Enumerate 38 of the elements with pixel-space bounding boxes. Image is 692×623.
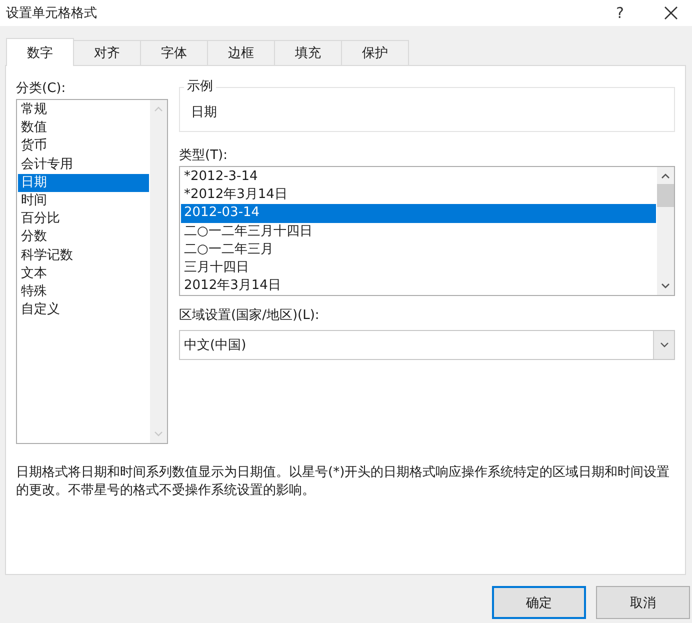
locale-label: 区域设置(国家/地区)(L): xyxy=(179,307,320,325)
description-text: 日期格式将日期和时间系列数值显示为日期值。以星号(*)开头的日期格式响应操作系统特定的区域日期和时间设置的更改。不带星号的格式不受操作系统设置的影响。 xyxy=(16,464,671,500)
type-item[interactable]: *2012年3月14日 xyxy=(181,186,656,204)
type-item[interactable]: 二○一二年三月十四日 xyxy=(181,222,656,241)
type-item[interactable]: 2012-03-14 xyxy=(181,204,656,223)
scroll-down-icon[interactable] xyxy=(661,283,670,289)
category-item[interactable]: 科学记数 xyxy=(18,246,149,265)
type-item[interactable]: 二○一二年三月 xyxy=(181,240,656,259)
window-title: 设置单元格格式 xyxy=(6,5,98,22)
category-item[interactable]: 会计专用 xyxy=(18,156,149,174)
type-item[interactable]: *2012-3-14 xyxy=(181,168,656,186)
type-item[interactable]: 三月十四日 xyxy=(181,258,656,278)
category-item[interactable]: 常规 xyxy=(18,101,149,120)
ok-button[interactable]: 确定 xyxy=(492,586,586,619)
scrollbar[interactable] xyxy=(657,167,674,295)
close-icon[interactable] xyxy=(664,6,678,20)
category-item[interactable]: 分数 xyxy=(18,228,149,246)
scroll-thumb[interactable] xyxy=(657,184,674,207)
category-item[interactable]: 自定义 xyxy=(18,301,149,320)
category-item[interactable]: 货币 xyxy=(18,137,149,156)
tab[interactable]: 保护 xyxy=(341,40,409,65)
category-item[interactable]: 特殊 xyxy=(18,282,149,302)
locale-dropdown[interactable]: 中文(中国) xyxy=(179,330,675,360)
scroll-up-icon[interactable] xyxy=(661,173,670,179)
category-label: 分类(C): xyxy=(16,80,67,98)
tab[interactable]: 数字 xyxy=(6,38,74,66)
category-item[interactable]: 百分比 xyxy=(18,210,149,228)
type-item[interactable]: 2012年3月14日 xyxy=(181,277,656,296)
category-item[interactable]: 时间 xyxy=(18,192,149,210)
category-item[interactable]: 数值 xyxy=(18,119,149,138)
sample-value: 日期 xyxy=(191,105,217,121)
category-item[interactable]: 日期 xyxy=(18,174,149,192)
category-item[interactable]: 文本 xyxy=(18,264,149,283)
type-label: 类型(T): xyxy=(179,147,228,165)
help-button[interactable]: ? xyxy=(612,4,628,22)
sample-label: 示例 xyxy=(184,79,216,95)
chevron-down-icon xyxy=(660,342,668,348)
cancel-button[interactable]: 取消 xyxy=(596,586,690,619)
